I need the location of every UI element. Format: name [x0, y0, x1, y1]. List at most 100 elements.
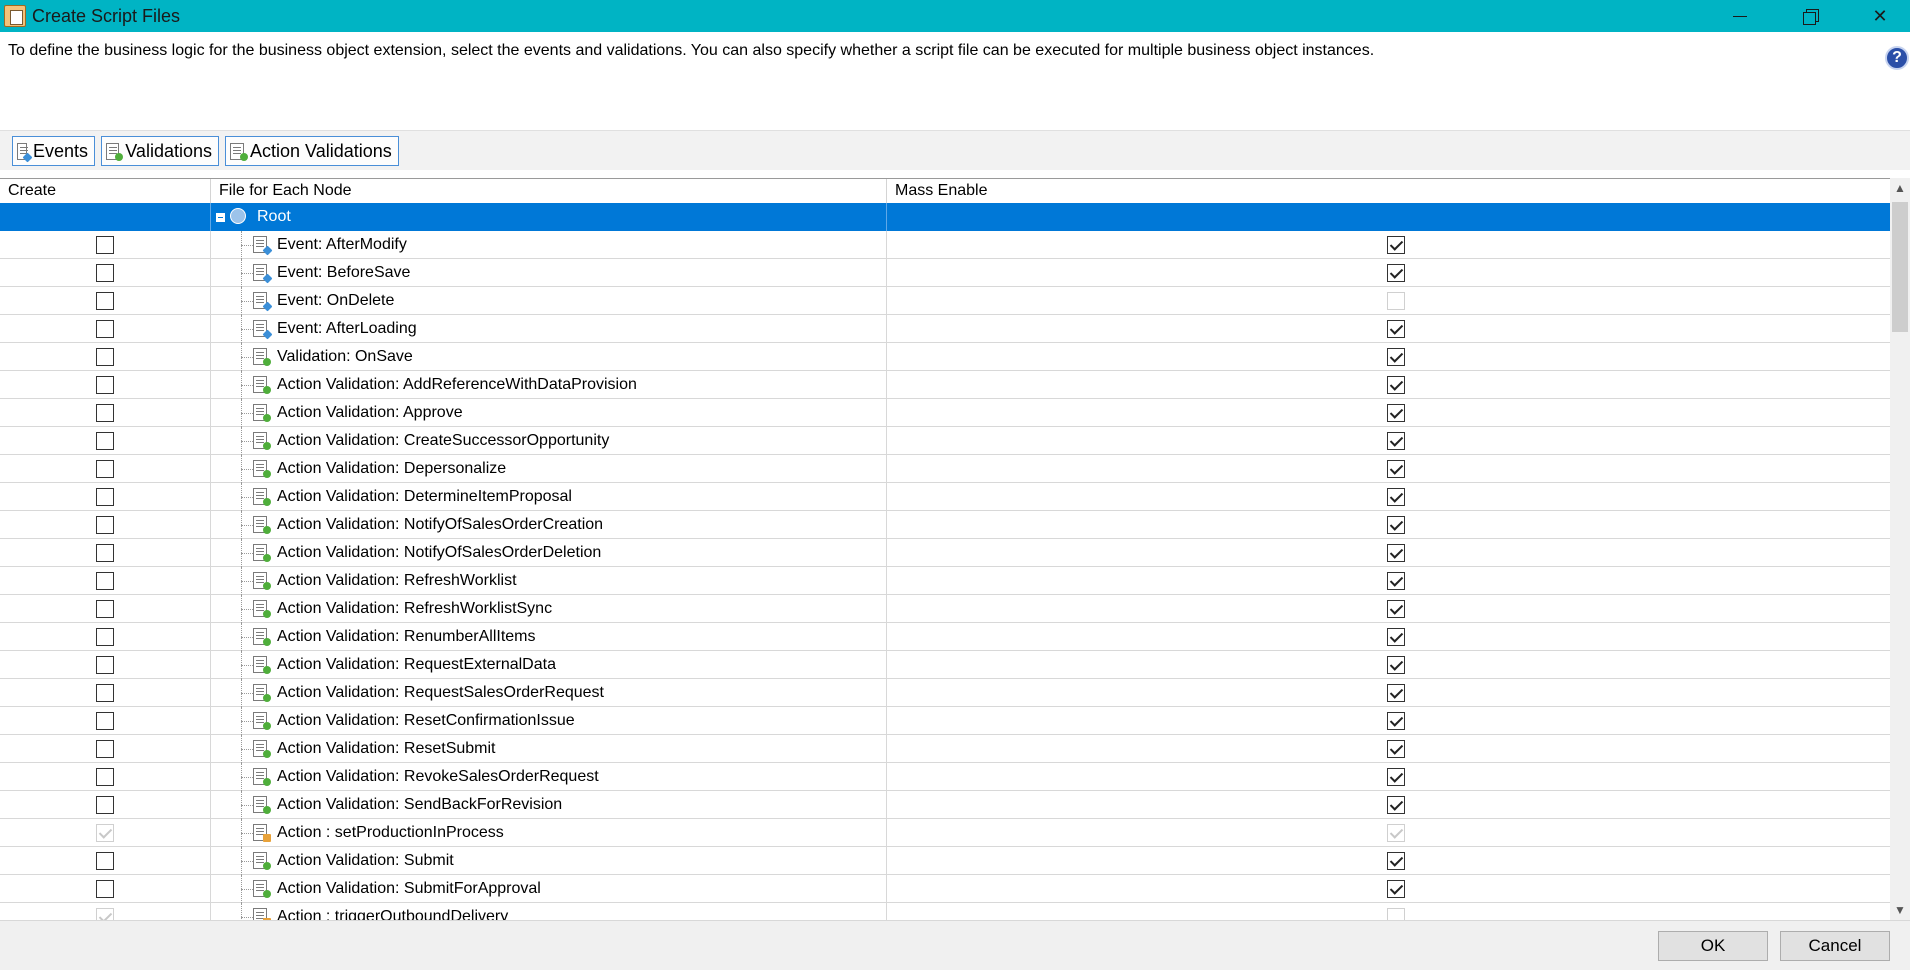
create-checkbox[interactable] — [96, 656, 114, 674]
table-row[interactable]: Action Validation: CreateSuccessorOpport… — [0, 427, 1890, 455]
scroll-up-icon[interactable]: ▲ — [1890, 178, 1910, 198]
create-checkbox[interactable] — [96, 740, 114, 758]
create-checkbox[interactable] — [96, 516, 114, 534]
table-row[interactable]: Event: OnDelete — [0, 287, 1890, 315]
table-row[interactable]: Event: BeforeSave — [0, 259, 1890, 287]
mass-enable-checkbox[interactable] — [1387, 572, 1405, 590]
table-row[interactable]: Action Validation: Depersonalize — [0, 455, 1890, 483]
table-row[interactable]: Event: AfterLoading — [0, 315, 1890, 343]
table-row[interactable]: Validation: OnSave — [0, 343, 1890, 371]
table-row[interactable]: Action Validation: RevokeSalesOrderReque… — [0, 763, 1890, 791]
file-node-cell: Action Validation: RevokeSalesOrderReque… — [211, 763, 887, 791]
table-row[interactable]: Event: AfterModify — [0, 231, 1890, 259]
create-checkbox[interactable] — [96, 404, 114, 422]
create-checkbox[interactable] — [96, 544, 114, 562]
table-row[interactable]: Action Validation: RefreshWorklist — [0, 567, 1890, 595]
table-row[interactable]: Action Validation: AddReferenceWithDataP… — [0, 371, 1890, 399]
vertical-scrollbar[interactable]: ▲ ▼ — [1890, 178, 1910, 920]
validation-script-icon — [253, 516, 271, 534]
mass-enable-checkbox[interactable] — [1387, 796, 1405, 814]
table-row[interactable]: Action Validation: RefreshWorklistSync — [0, 595, 1890, 623]
mass-enable-checkbox[interactable] — [1387, 880, 1405, 898]
create-checkbox[interactable] — [96, 600, 114, 618]
create-checkbox[interactable] — [96, 852, 114, 870]
events-button[interactable]: Events — [12, 136, 95, 166]
table-row[interactable]: Action Validation: ResetSubmit — [0, 735, 1890, 763]
create-checkbox[interactable] — [96, 684, 114, 702]
create-checkbox[interactable] — [96, 572, 114, 590]
mass-enable-checkbox[interactable] — [1387, 404, 1405, 422]
table-row[interactable]: Action Validation: DetermineItemProposal — [0, 483, 1890, 511]
mass-enable-checkbox[interactable] — [1387, 488, 1405, 506]
table-row[interactable]: Action Validation: RequestExternalData — [0, 651, 1890, 679]
node-label: Action Validation: DetermineItemProposal — [277, 488, 572, 505]
create-checkbox[interactable] — [96, 768, 114, 786]
mass-enable-checkbox[interactable] — [1387, 516, 1405, 534]
validation-script-icon — [253, 740, 271, 758]
dialog-footer: OK Cancel — [0, 920, 1910, 970]
column-header-create[interactable]: Create — [0, 179, 211, 203]
mass-enable-checkbox[interactable] — [1387, 544, 1405, 562]
table-row[interactable]: Action Validation: NotifyOfSalesOrderDel… — [0, 539, 1890, 567]
table-row[interactable]: Action Validation: RequestSalesOrderRequ… — [0, 679, 1890, 707]
minimize-button[interactable] — [1705, 0, 1775, 32]
table-row[interactable]: Action Validation: SendBackForRevision — [0, 791, 1890, 819]
mass-enable-checkbox[interactable] — [1387, 348, 1405, 366]
node-label: Action Validation: ResetSubmit — [277, 740, 496, 757]
create-checkbox[interactable] — [96, 796, 114, 814]
create-checkbox[interactable] — [96, 712, 114, 730]
table-row[interactable]: Action : triggerOutboundDelivery — [0, 903, 1890, 920]
help-icon[interactable]: ? — [1885, 46, 1909, 70]
mass-enable-checkbox[interactable] — [1387, 264, 1405, 282]
column-header-mass-enable[interactable]: Mass Enable — [887, 179, 1890, 203]
create-checkbox[interactable] — [96, 488, 114, 506]
mass-enable-cell — [887, 735, 1890, 763]
cancel-button[interactable]: Cancel — [1780, 931, 1890, 961]
file-node-cell: Validation: OnSave — [211, 343, 887, 371]
root-row[interactable]: Root — [0, 203, 1890, 231]
create-checkbox[interactable] — [96, 320, 114, 338]
mass-enable-checkbox[interactable] — [1387, 320, 1405, 338]
table-row[interactable]: Action : setProductionInProcess — [0, 819, 1890, 847]
mass-enable-checkbox[interactable] — [1387, 684, 1405, 702]
create-checkbox[interactable] — [96, 236, 114, 254]
mass-enable-checkbox[interactable] — [1387, 712, 1405, 730]
create-checkbox[interactable] — [96, 348, 114, 366]
mass-enable-checkbox[interactable] — [1387, 656, 1405, 674]
scroll-down-icon[interactable]: ▼ — [1890, 900, 1910, 920]
close-button[interactable]: ✕ — [1845, 0, 1910, 32]
create-cell — [0, 595, 211, 623]
mass-enable-cell — [887, 763, 1890, 791]
create-checkbox[interactable] — [96, 432, 114, 450]
mass-enable-checkbox[interactable] — [1387, 852, 1405, 870]
table-row[interactable]: Action Validation: SubmitForApproval — [0, 875, 1890, 903]
create-checkbox[interactable] — [96, 376, 114, 394]
collapse-icon[interactable] — [216, 213, 225, 222]
mass-enable-checkbox[interactable] — [1387, 768, 1405, 786]
table-row[interactable]: Action Validation: NotifyOfSalesOrderCre… — [0, 511, 1890, 539]
scrollbar-thumb[interactable] — [1892, 202, 1908, 332]
mass-enable-checkbox[interactable] — [1387, 460, 1405, 478]
mass-enable-checkbox[interactable] — [1387, 376, 1405, 394]
restore-button[interactable] — [1775, 0, 1845, 32]
create-checkbox[interactable] — [96, 628, 114, 646]
create-checkbox[interactable] — [96, 264, 114, 282]
mass-enable-cell — [887, 483, 1890, 511]
table-row[interactable]: Action Validation: Approve — [0, 399, 1890, 427]
mass-enable-checkbox[interactable] — [1387, 628, 1405, 646]
create-cell — [0, 511, 211, 539]
column-header-file-for-each-node[interactable]: File for Each Node — [211, 179, 887, 203]
table-row[interactable]: Action Validation: Submit — [0, 847, 1890, 875]
validations-button[interactable]: Validations — [101, 136, 219, 166]
table-row[interactable]: Action Validation: ResetConfirmationIssu… — [0, 707, 1890, 735]
ok-button[interactable]: OK — [1658, 931, 1768, 961]
mass-enable-checkbox[interactable] — [1387, 432, 1405, 450]
table-row[interactable]: Action Validation: RenumberAllItems — [0, 623, 1890, 651]
action-validations-button[interactable]: Action Validations — [225, 136, 399, 166]
mass-enable-checkbox[interactable] — [1387, 236, 1405, 254]
create-checkbox[interactable] — [96, 292, 114, 310]
create-checkbox[interactable] — [96, 880, 114, 898]
mass-enable-checkbox[interactable] — [1387, 600, 1405, 618]
create-checkbox[interactable] — [96, 460, 114, 478]
mass-enable-checkbox[interactable] — [1387, 740, 1405, 758]
